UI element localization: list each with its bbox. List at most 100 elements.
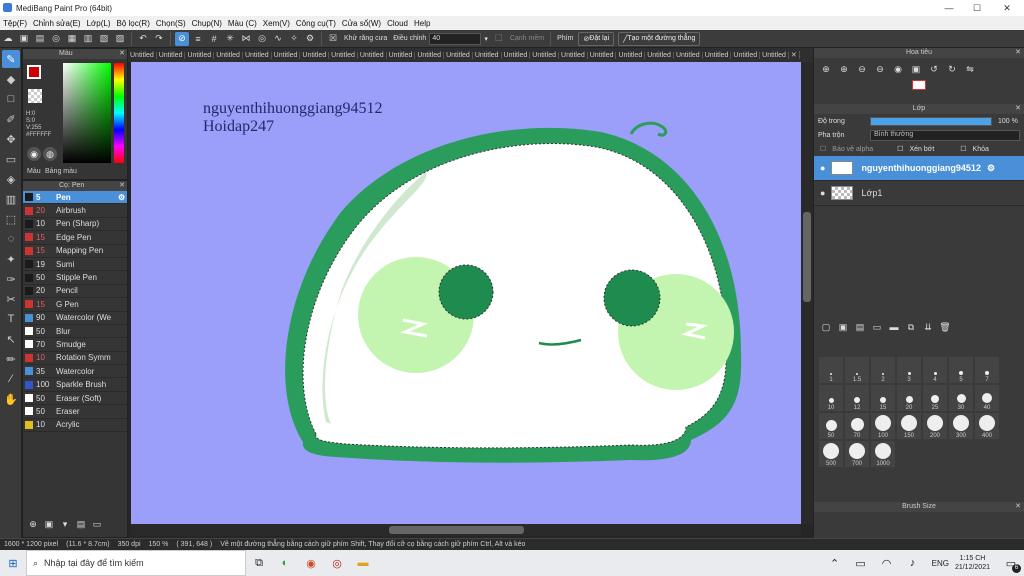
brush-size-cell[interactable]: 20: [897, 385, 921, 411]
close-icon[interactable]: ✕: [119, 181, 125, 191]
brush-item[interactable]: 19 Sumi: [23, 258, 127, 272]
brush-item[interactable]: 50 Stipple Pen: [23, 271, 127, 285]
document-tab[interactable]: Untitled: [703, 51, 732, 59]
document-tab[interactable]: Untitled: [157, 51, 186, 59]
brush-item[interactable]: 90 Watercolor (We: [23, 312, 127, 325]
minimize-button[interactable]: —: [934, 0, 964, 16]
brush-size-cell[interactable]: 1: [819, 357, 843, 383]
palette-tab[interactable]: Bảng màu: [45, 168, 77, 175]
clipping-checkbox[interactable]: ☐: [897, 145, 903, 153]
folder-icon[interactable]: ▬: [887, 320, 901, 334]
gear-icon[interactable]: ⚙: [303, 32, 317, 46]
palette-icon[interactable]: ◉: [27, 147, 41, 161]
document-tab[interactable]: Untitled: [358, 51, 387, 59]
brush-size-cell[interactable]: 4: [923, 357, 947, 383]
zoom-fit-icon[interactable]: ⊕: [837, 62, 851, 76]
dot-tool-icon[interactable]: □: [2, 90, 20, 108]
document-tab[interactable]: Untitled: [559, 51, 588, 59]
parallel-snap-icon[interactable]: ≡: [191, 32, 205, 46]
brush-size-cell[interactable]: 1000: [871, 441, 895, 467]
document-tab[interactable]: Untitled: [185, 51, 215, 59]
menu-color[interactable]: Màu (C): [225, 19, 260, 28]
menu-cloud[interactable]: Cloud: [384, 19, 411, 28]
wifi-icon[interactable]: ◠: [874, 550, 900, 576]
zoom-minus-icon[interactable]: ⊖: [873, 62, 887, 76]
lock-checkbox[interactable]: ☐: [960, 145, 966, 153]
add-folder-icon[interactable]: ▭: [870, 320, 884, 334]
new-file-icon[interactable]: ▣: [17, 32, 31, 46]
brush-size-cell[interactable]: 15: [871, 385, 895, 411]
radial-snap-icon[interactable]: ✳: [223, 32, 237, 46]
page-icon[interactable]: ▥: [81, 32, 95, 46]
brush-item[interactable]: 20 Pencil: [23, 285, 127, 299]
brush-size-cell[interactable]: 3: [897, 357, 921, 383]
undo-icon[interactable]: ↶: [136, 32, 150, 46]
correction-select[interactable]: 40: [429, 32, 482, 45]
brush-size-cell[interactable]: 200: [923, 413, 947, 439]
grid-snap-icon[interactable]: #: [207, 32, 221, 46]
no-snap-icon[interactable]: ⊘: [175, 31, 189, 46]
brush-size-cell[interactable]: 5: [949, 357, 973, 383]
brush-size-cell[interactable]: 1.5: [845, 357, 869, 383]
brush-item[interactable]: 50 Eraser: [23, 405, 127, 419]
brush-item[interactable]: 15 Edge Pen: [23, 231, 127, 245]
brush-size-cell[interactable]: 70: [845, 413, 869, 439]
folder-icon[interactable]: ▭: [90, 517, 104, 531]
export-icon[interactable]: ▨: [113, 32, 127, 46]
select-eraser-icon[interactable]: ✂: [2, 290, 20, 308]
delete-layer-icon[interactable]: 🗑: [938, 320, 952, 334]
close-icon[interactable]: ✕: [1015, 104, 1021, 114]
brush-item[interactable]: 10 Rotation Symm: [23, 352, 127, 366]
brush-item[interactable]: 20 Airbrush: [23, 204, 127, 218]
brush-size-cell[interactable]: 100: [871, 413, 895, 439]
brush-size-cell[interactable]: 12: [845, 385, 869, 411]
hand-tool-icon[interactable]: ✋: [2, 390, 20, 408]
visibility-icon[interactable]: ●: [820, 188, 825, 198]
gear-icon[interactable]: ⚙: [118, 193, 125, 202]
document-tab[interactable]: Untitled: [674, 51, 703, 59]
rotate-icon[interactable]: ◉: [891, 62, 905, 76]
fill-tool-icon[interactable]: ◈: [2, 170, 20, 188]
color-tab[interactable]: Màu: [27, 168, 41, 175]
menu-layer[interactable]: Lớp(L): [84, 19, 114, 28]
zoom-out-icon[interactable]: ⊖: [855, 62, 869, 76]
volume-icon[interactable]: ♪: [900, 550, 926, 576]
zoom-in-icon[interactable]: ⊕: [819, 62, 833, 76]
horizontal-scroll-thumb[interactable]: [389, 526, 524, 534]
rectangle-tool-icon[interactable]: ▭: [2, 150, 20, 168]
transparent-color-swatch[interactable]: [28, 89, 42, 103]
document-tab[interactable]: Untitled: [444, 51, 473, 59]
chevron-up-icon[interactable]: ⌃: [822, 550, 848, 576]
add-brush-icon[interactable]: ⊕: [26, 517, 40, 531]
brush-menu-icon[interactable]: ▾: [58, 517, 72, 531]
brush-size-cell[interactable]: 40: [975, 385, 999, 411]
document-tab[interactable]: Untitled: [415, 51, 445, 59]
layer-item-layer1[interactable]: ● Lớp1: [814, 181, 1024, 206]
cloud-icon[interactable]: ☁: [1, 32, 15, 46]
brush-tool-icon[interactable]: ✎: [2, 50, 20, 68]
menu-window[interactable]: Cửa sổ(W): [339, 19, 384, 28]
rotate-left-icon[interactable]: ↺: [927, 62, 941, 76]
close-icon[interactable]: ✕: [1015, 48, 1021, 58]
comment-icon[interactable]: ◎: [49, 32, 63, 46]
opacity-slider[interactable]: [870, 116, 992, 126]
save-icon[interactable]: ▦: [65, 32, 79, 46]
fit-window-icon[interactable]: ▣: [909, 62, 923, 76]
flip-icon[interactable]: ⇋: [963, 62, 977, 76]
brush-item[interactable]: 50 Blur: [23, 325, 127, 339]
document-tab[interactable]: Untitled: [272, 51, 301, 59]
brush-size-cell[interactable]: 25: [923, 385, 947, 411]
hue-slider[interactable]: [114, 63, 124, 163]
saturation-value-picker[interactable]: [63, 63, 111, 163]
document-tab[interactable]: Untitled: [329, 51, 358, 59]
brush-item[interactable]: 100 Sparkle Brush: [23, 378, 127, 392]
close-icon[interactable]: ✕: [789, 51, 800, 59]
brush-size-cell[interactable]: 10: [819, 385, 843, 411]
taskbar-search[interactable]: ⌕ Nhập tại đây để tìm kiếm: [26, 550, 246, 576]
horizontal-scrollbar[interactable]: [131, 524, 801, 536]
layer-item-watermark[interactable]: ● nguyenthihuonggiang94512 ⚙: [814, 156, 1024, 181]
blend-select[interactable]: Bình thường: [870, 129, 1020, 141]
duplicate-layer-icon[interactable]: ⧉: [904, 320, 918, 334]
pen-tool-icon[interactable]: ✐: [2, 110, 20, 128]
brush-size-cell[interactable]: 300: [949, 413, 973, 439]
